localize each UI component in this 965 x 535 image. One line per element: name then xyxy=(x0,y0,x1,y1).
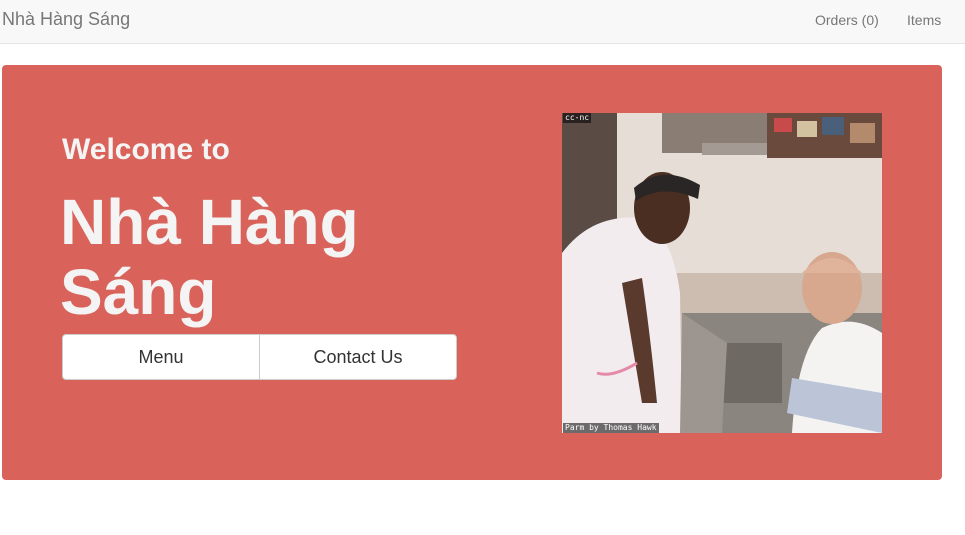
top-navbar: Nhà Hàng Sáng Orders (0) Items xyxy=(0,0,965,44)
hero-button-group: Menu Contact Us xyxy=(62,334,457,380)
hero-jumbotron: Welcome to Nhà Hàng Sáng Menu Contact Us xyxy=(2,65,942,480)
photo-caption: Parm by Thomas Hawk xyxy=(563,423,659,433)
brand-link[interactable]: Nhà Hàng Sáng xyxy=(2,9,130,29)
menu-button[interactable]: Menu xyxy=(62,334,260,380)
welcome-heading: Welcome to xyxy=(62,133,230,166)
nav-orders-link[interactable]: Orders (0) xyxy=(815,11,879,29)
restaurant-name-heading: Nhà Hàng Sáng xyxy=(60,186,359,328)
kitchen-photo-image xyxy=(562,113,882,433)
photo-license-tag: cc-nc xyxy=(563,113,592,123)
kitchen-photo: cc-nc Parm by Thomas Hawk xyxy=(562,113,882,433)
nav-items-link[interactable]: Items xyxy=(907,11,941,29)
contact-us-button[interactable]: Contact Us xyxy=(259,334,457,380)
